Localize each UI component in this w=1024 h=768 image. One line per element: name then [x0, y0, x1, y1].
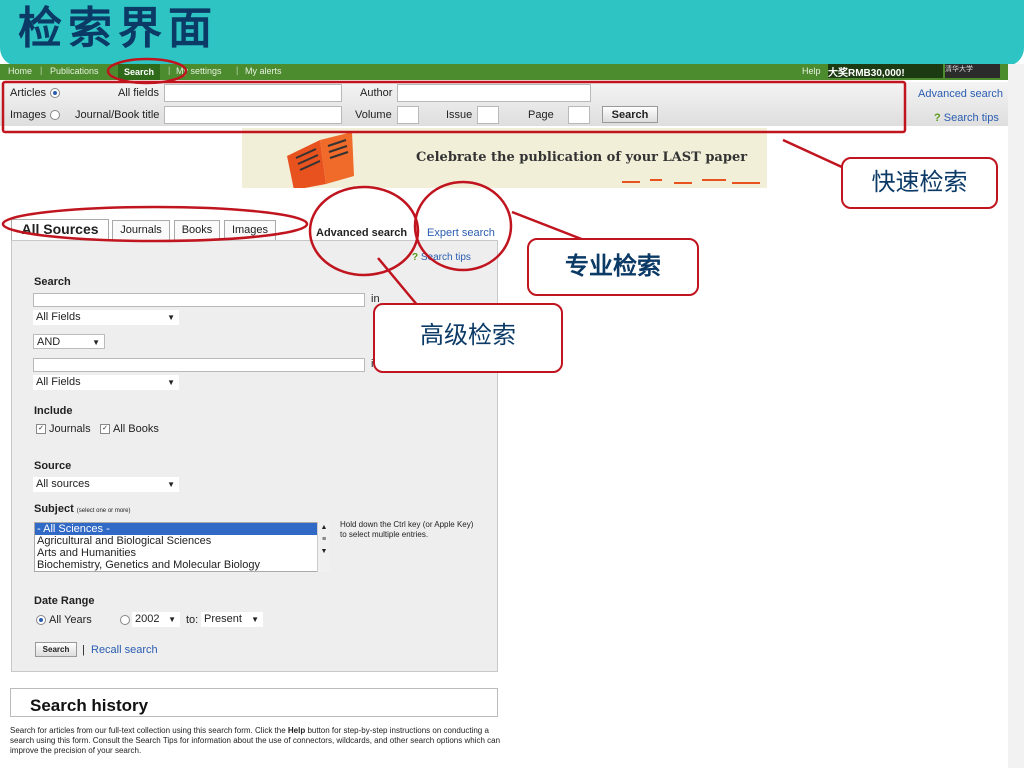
advanced-search-highlight	[308, 185, 420, 277]
search-tab-highlight	[106, 57, 188, 85]
expert-callout-pointer	[511, 210, 585, 242]
annotation-overlay	[1, 57, 907, 307]
source-tabs-highlight	[1, 205, 309, 243]
quick-search-callout: 快速检索	[841, 157, 998, 209]
quick-search-highlight	[1, 80, 907, 134]
expert-search-callout: 专业检索	[527, 238, 699, 296]
quick-callout-pointer	[782, 138, 845, 170]
expert-search-highlight	[413, 180, 513, 272]
advanced-search-callout: 高级检索	[373, 303, 563, 373]
